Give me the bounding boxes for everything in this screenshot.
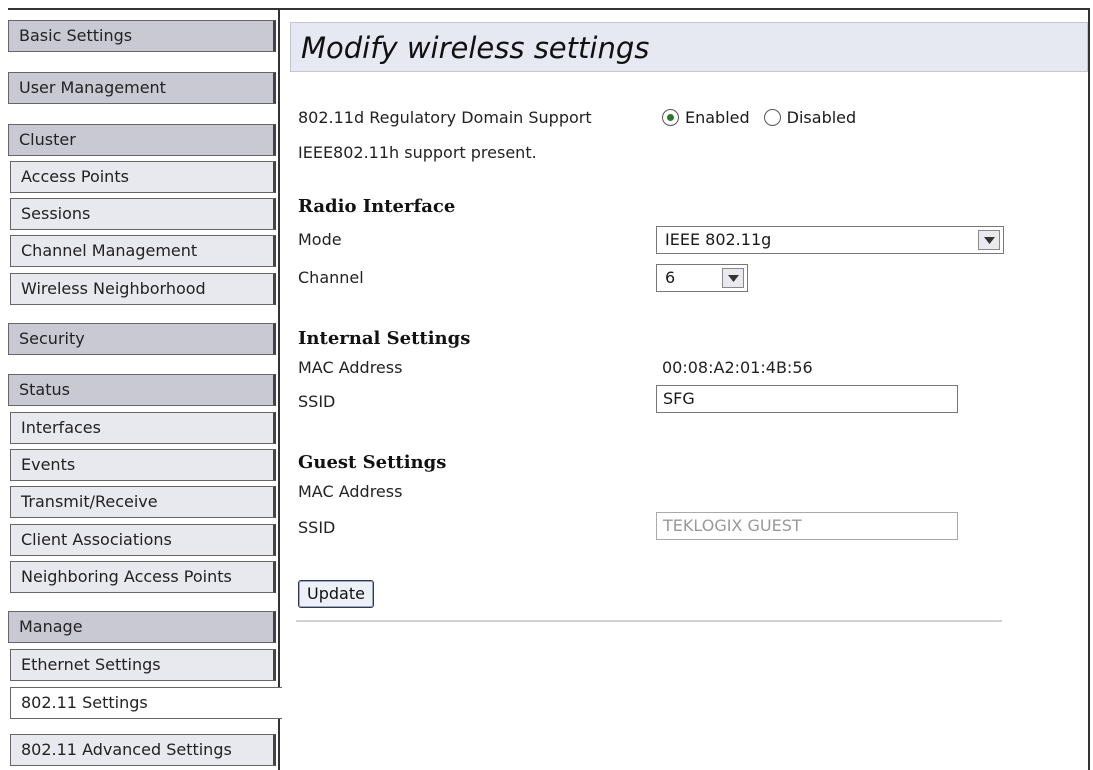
sidebar-item-manage[interactable]: Manage (8, 611, 276, 643)
mode-select-value: IEEE 802.11g (665, 230, 772, 249)
sidebar-item-80211-advanced-settings[interactable]: 802.11 Advanced Settings (10, 734, 276, 766)
sidebar-item-basic-settings[interactable]: Basic Settings (8, 20, 276, 52)
guest-ssid-input[interactable]: TEKLOGIX GUEST (656, 512, 958, 540)
regulatory-enabled-radio[interactable] (662, 109, 679, 126)
radio-interface-heading: Radio Interface (298, 196, 456, 217)
channel-select-value: 6 (665, 268, 676, 287)
page-title-bar: Modify wireless settings (290, 22, 1088, 72)
page-title: Modify wireless settings (301, 31, 650, 65)
sidebar-item-cluster[interactable]: Cluster (8, 124, 276, 156)
channel-select[interactable]: 6 (656, 264, 748, 292)
regulatory-disabled-label[interactable]: Disabled (787, 108, 857, 127)
mode-label: Mode (298, 230, 342, 249)
radio-selected-dot (667, 114, 674, 121)
guest-mac-label: MAC Address (298, 482, 403, 501)
regulatory-enabled-label[interactable]: Enabled (685, 108, 750, 127)
sidebar-item-security[interactable]: Security (8, 323, 276, 355)
sidebar-item-interfaces[interactable]: Interfaces (10, 412, 276, 444)
sidebar-item-events[interactable]: Events (10, 449, 276, 481)
internal-settings-heading: Internal Settings (298, 328, 471, 349)
internal-ssid-label: SSID (298, 392, 336, 411)
sidebar-divider (278, 8, 280, 770)
internal-mac-label: MAC Address (298, 358, 403, 377)
internal-ssid-input[interactable]: SFG (656, 385, 958, 413)
sidebar-item-wireless-neighborhood[interactable]: Wireless Neighborhood (10, 273, 276, 305)
guest-ssid-label: SSID (298, 518, 336, 537)
ieee-80211h-note: IEEE802.11h support present. (298, 143, 537, 162)
chevron-down-icon[interactable] (978, 230, 1000, 250)
sidebar-item-sessions[interactable]: Sessions (10, 198, 276, 230)
sidebar-item-access-points[interactable]: Access Points (10, 161, 276, 193)
regulatory-domain-label: 802.11d Regulatory Domain Support (298, 108, 592, 127)
chevron-down-icon[interactable] (722, 268, 744, 288)
sidebar-item-channel-management[interactable]: Channel Management (10, 235, 276, 267)
sidebar-item-ethernet-settings[interactable]: Ethernet Settings (10, 649, 276, 681)
channel-label: Channel (298, 268, 364, 287)
regulatory-domain-radio-group: Enabled Disabled (662, 108, 864, 127)
sidebar-item-transmit-receive[interactable]: Transmit/Receive (10, 486, 276, 518)
regulatory-disabled-radio[interactable] (763, 109, 781, 126)
guest-settings-heading: Guest Settings (298, 452, 447, 473)
update-button[interactable]: Update (298, 580, 374, 608)
internal-mac-value: 00:08:A2:01:4B:56 (662, 358, 813, 377)
sidebar-item-user-management[interactable]: User Management (8, 72, 276, 104)
sidebar-item-status[interactable]: Status (8, 374, 276, 406)
mode-select[interactable]: IEEE 802.11g (656, 226, 1004, 254)
sidebar-item-80211-settings[interactable]: 802.11 Settings (10, 687, 282, 719)
sidebar-item-client-associations[interactable]: Client Associations (10, 524, 276, 556)
sidebar-item-neighboring-access-points[interactable]: Neighboring Access Points (10, 561, 276, 593)
content-divider (296, 620, 1002, 622)
